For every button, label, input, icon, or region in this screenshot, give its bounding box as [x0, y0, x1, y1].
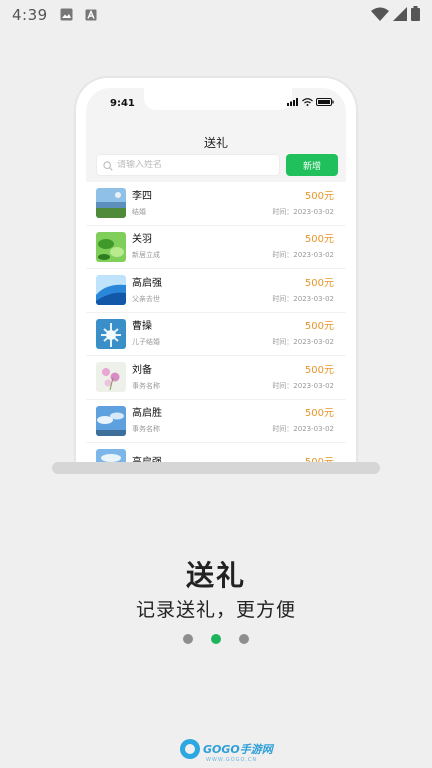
record-date: 时间：2023-03-02: [272, 251, 334, 260]
record-amount: 500元: [304, 190, 334, 202]
signal-bars-icon: [287, 98, 298, 106]
feature-title: 送礼: [185, 559, 246, 592]
record-event: 事务名称: [132, 381, 160, 390]
page-dot-active[interactable]: [211, 634, 221, 644]
battery-icon: [316, 98, 334, 106]
search-icon: [103, 156, 113, 175]
list-item[interactable]: 高启强 父亲去世 500元 时间：2023-03-02: [86, 269, 346, 313]
record-event: 父亲去世: [132, 294, 160, 303]
record-amount: 500元: [304, 277, 334, 289]
gift-record-list: 李四 结婚 500元 时间：2023-03-02 关羽 新居立成 500元 时间…: [86, 182, 346, 468]
record-date: 时间：2023-03-02: [272, 207, 334, 216]
list-item[interactable]: 关羽 新居立成 500元 时间：2023-03-02: [86, 226, 346, 269]
record-event: 结婚: [132, 207, 146, 216]
record-date: 时间：2023-03-02: [272, 425, 334, 434]
thumbnail-image: [96, 231, 126, 262]
phone-mockup: 9:41 送礼 新增 李四 结婚 500元 时间：2023-: [74, 76, 358, 468]
status-time: 4:39: [12, 6, 48, 24]
record-name: 曹操: [132, 321, 152, 333]
brand-logo-icon: [180, 739, 200, 759]
cell-signal-icon: [393, 6, 407, 25]
record-event: 新居立成: [132, 251, 160, 260]
page-dot[interactable]: [183, 634, 193, 644]
list-item[interactable]: 高启胜 事务名称 500元 时间：2023-03-02: [86, 400, 346, 443]
font-a-icon: [85, 6, 97, 25]
record-amount: 500元: [304, 321, 334, 333]
record-date: 时间：2023-03-02: [272, 294, 334, 303]
brand-name: GOGO手游网: [203, 743, 273, 756]
record-name: 高启胜: [132, 408, 162, 420]
list-item[interactable]: 曹操 儿子结婚 500元 时间：2023-03-02: [86, 313, 346, 356]
search-input[interactable]: [117, 160, 267, 170]
page-dot[interactable]: [239, 634, 249, 644]
thumbnail-image: [96, 318, 126, 349]
record-name: 高启强: [132, 277, 162, 289]
image-icon: [60, 6, 73, 25]
record-name: 李四: [132, 190, 152, 202]
wifi-icon: [371, 6, 389, 25]
record-event: 事务名称: [132, 425, 160, 434]
thumbnail-image: [96, 275, 126, 306]
record-amount: 500元: [304, 234, 334, 246]
record-date: 时间：2023-03-02: [272, 338, 334, 347]
record-amount: 500元: [304, 364, 334, 376]
record-date: 时间：2023-03-02: [272, 381, 334, 390]
list-item[interactable]: 刘备 事务名称 500元 时间：2023-03-02: [86, 356, 346, 400]
phone-screen: 9:41 送礼 新增 李四 结婚 500元 时间：2023-: [86, 88, 346, 468]
phone-notch: [144, 88, 292, 110]
wifi-icon: [302, 98, 313, 106]
record-name: 刘备: [132, 364, 152, 376]
record-event: 儿子结婚: [132, 338, 160, 347]
list-item[interactable]: 李四 结婚 500元 时间：2023-03-02: [86, 182, 346, 226]
status-bar: 4:39: [0, 0, 432, 30]
add-record-button[interactable]: 新增: [286, 154, 338, 176]
thumbnail-image: [96, 188, 126, 219]
thumbnail-image: [96, 362, 126, 393]
record-name: 关羽: [132, 234, 152, 246]
battery-icon: [411, 5, 420, 25]
feature-subtitle: 记录送礼，更方便: [135, 599, 296, 621]
phone-status-icons: [287, 98, 334, 106]
brand-url: WWW.GOGO.CN: [206, 757, 258, 763]
search-box[interactable]: [96, 154, 280, 176]
page-indicator: [0, 634, 432, 644]
thumbnail-image: [96, 405, 126, 436]
app-title: 送礼: [203, 136, 228, 150]
record-amount: 500元: [304, 408, 334, 420]
phone-stand: [52, 462, 380, 474]
phone-status-time: 9:41: [110, 98, 135, 109]
